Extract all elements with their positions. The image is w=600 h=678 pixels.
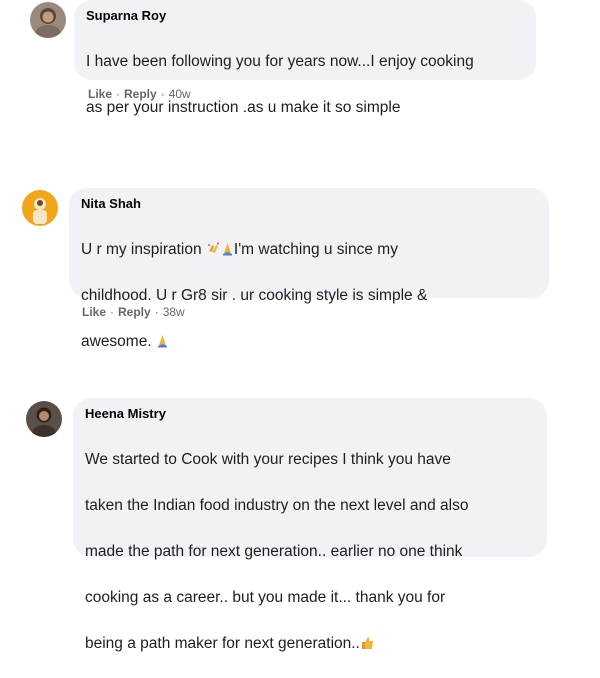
comment-timestamp[interactable]: 38w [163, 305, 185, 319]
comment-bubble: Heena Mistry We started to Cook with you… [73, 398, 547, 652]
clapping-hands-icon [206, 242, 221, 258]
comment-author[interactable]: Suparna Roy [86, 8, 524, 23]
comment-timestamp[interactable]: 40w [169, 87, 191, 101]
comment-author[interactable]: Heena Mistry [85, 406, 535, 421]
reply-button[interactable]: Reply [124, 87, 157, 101]
reply-button[interactable]: Reply [118, 305, 151, 319]
like-button[interactable]: Like [82, 305, 106, 319]
comment-text: We started to Cook with your recipes I t… [85, 451, 469, 652]
comment-text: I have been following you for years now.… [86, 53, 474, 116]
comment-bubble: Nita Shah U r my inspiration I'm watchin… [69, 188, 549, 350]
comment-author[interactable]: Nita Shah [81, 196, 537, 211]
folded-hands-icon [156, 334, 169, 350]
comment-actions: Like · Reply · 38w [82, 305, 185, 319]
avatar[interactable] [22, 190, 58, 226]
thumbs-up-icon [360, 636, 374, 652]
avatar[interactable] [26, 401, 62, 437]
comment-bubble: Suparna Roy I have been following you fo… [74, 0, 536, 116]
comment-text: U r my inspiration I'm watching u since … [81, 241, 428, 350]
folded-hands-icon [221, 242, 234, 258]
like-button[interactable]: Like [88, 87, 112, 101]
avatar[interactable] [30, 2, 66, 38]
comment-actions: Like · Reply · 40w [88, 87, 191, 101]
